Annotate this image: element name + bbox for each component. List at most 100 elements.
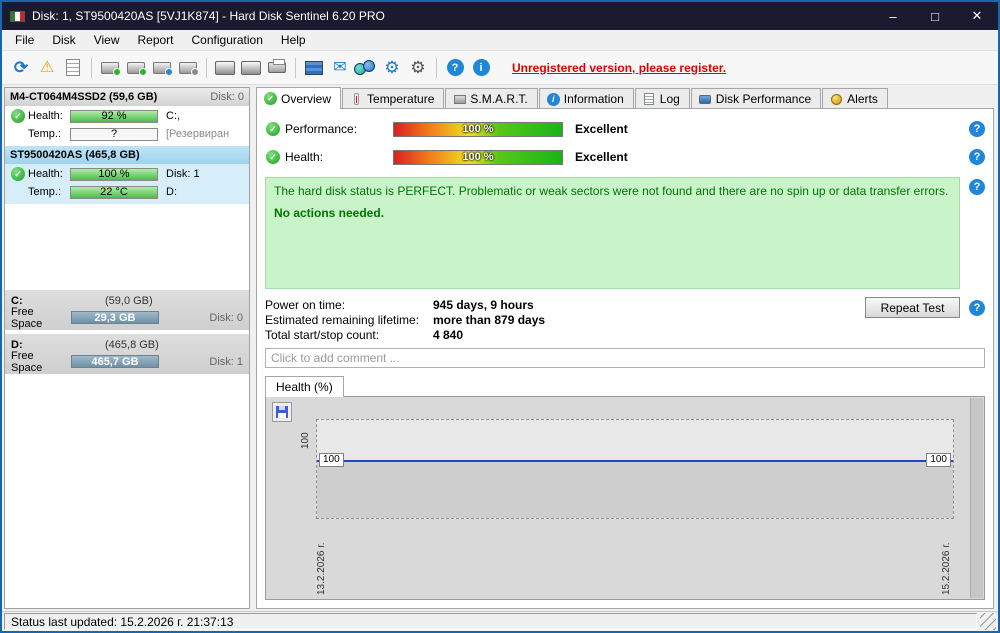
tab-label: Overview [281,91,332,106]
comment-input[interactable] [265,348,985,368]
panel-icon[interactable] [301,55,327,81]
tab-disk-performance[interactable]: Disk Performance [690,88,822,109]
disk-test-icon[interactable] [123,55,149,81]
health-label: Health: [285,150,324,164]
tab-label: Log [659,92,680,106]
partition-disk-number: Disk: 0 [209,311,243,324]
info-toolbar-icon[interactable]: i [468,55,494,81]
log-sheet-icon [644,93,655,105]
partition-size: (465,8 GB) [105,338,159,351]
unregistered-link[interactable]: Unregistered version, please register. [512,61,726,75]
tab-smart[interactable]: S.M.A.R.T. [445,88,538,109]
power-on-value: 945 days, 9 hours [433,297,534,312]
tab-temperature[interactable]: Temperature [342,88,445,109]
save-chart-button[interactable] [272,402,292,422]
menu-view[interactable]: View [85,31,129,49]
free-space-bar: 29,3 GB [71,311,159,324]
sidebar-spacer [5,204,249,290]
refresh-icon[interactable]: ⟳ [8,55,34,81]
disk-info-icon[interactable] [149,55,175,81]
performance-rating: Excellent [575,122,628,136]
app-window: Disk: 1, ST9500420AS [5VJ1K874] - Hard D… [0,0,1000,633]
lifetime-label: Estimated remaining lifetime: [265,312,420,327]
quick-analysis-icon[interactable]: ⚠ [34,55,60,81]
tab-information[interactable]: i Information [538,88,634,109]
startstop-label: Total start/stop count: [265,327,380,342]
chart-scrollbar[interactable] [970,398,983,598]
minimize-button[interactable]: – [872,2,914,30]
main-area: M4-CT064M4SSD2 (59,6 GB) Disk: 0 ✓ Healt… [2,85,998,611]
tab-label: Alerts [847,92,878,106]
report-icon[interactable] [60,55,86,81]
drive-letters: D: [166,186,177,198]
toolbar-separator [91,57,92,78]
hdd-icon[interactable] [212,55,238,81]
menu-disk[interactable]: Disk [43,31,84,49]
health-ok-icon: ✓ [266,150,280,164]
disk-name: ST9500420AS (465,8 GB) [10,149,140,161]
disk-search-icon[interactable] [175,55,201,81]
tab-label: Temperature [367,92,435,106]
menu-report[interactable]: Report [128,31,182,49]
disk-accept-icon[interactable] [97,55,123,81]
value-label-start: 100 [319,453,344,467]
toolbar: ⟳ ⚠ ✉ ⚙ ⚙ ? i Unregistered version, plea… [2,51,998,85]
repeat-test-button[interactable]: Repeat Test [865,297,960,318]
health-label: Health: [28,168,63,180]
tab-label: Information [563,92,624,106]
health-bar: 92 % [70,109,158,123]
stats-section: Power on time: 945 days, 9 hours Estimat… [265,297,985,342]
disk-entry-1[interactable]: ST9500420AS (465,8 GB) ✓ Health: 100 % D… [5,146,249,204]
temp-label: Temp.: [28,128,62,140]
lifetime-value: more than 879 days [433,312,546,327]
printer-icon[interactable] [264,55,290,81]
health-bar: 100 % [70,167,158,181]
partition-disk-number: Disk: 1 [209,355,243,368]
tab-label: S.M.A.R.T. [470,92,528,106]
disk-sidebar: M4-CT064M4SSD2 (59,6 GB) Disk: 0 ✓ Healt… [4,87,250,609]
hdd-secondary-icon[interactable] [238,55,264,81]
volume-label: [Резервиран [166,128,230,140]
gears-icon[interactable]: ⚙ [405,55,431,81]
maximize-button[interactable]: □ [914,2,956,30]
tab-log[interactable]: Log [634,88,690,109]
free-space-bar: 465,7 GB [71,355,159,368]
mail-icon[interactable]: ✉ [327,55,353,81]
menu-configuration[interactable]: Configuration [183,31,272,49]
tab-alerts[interactable]: Alerts [822,88,888,109]
disk-status-message: The hard disk status is PERFECT. Problem… [265,177,960,289]
overview-panel: ✓ Performance: 100 % Excellent ? ✓ Healt… [256,108,994,609]
title-bar: Disk: 1, ST9500420AS [5VJ1K874] - Hard D… [2,2,998,30]
y-axis-label: 100 [300,432,311,449]
resize-grip[interactable] [980,613,996,630]
network-globes-icon[interactable] [353,55,379,81]
help-toolbar-icon[interactable]: ? [442,55,468,81]
power-on-label: Power on time: [265,297,346,312]
status-last-updated: Status last updated: 15.2.2026 г. 21:37:… [4,613,977,630]
partition-entry-d[interactable]: D: (465,8 GB) Free Space 465,7 GB Disk: … [5,334,249,374]
main-tabstrip: ✓ Overview Temperature S.M.A.R.T. i Info… [256,87,994,109]
free-space-label: Free Space [11,349,43,374]
repeat-test-help-icon[interactable]: ? [969,299,985,316]
tab-overview[interactable]: ✓ Overview [256,87,342,109]
performance-icon [699,94,712,104]
settings-gear-icon[interactable]: ⚙ [379,55,405,81]
performance-help-icon[interactable]: ? [969,121,985,137]
menu-file[interactable]: File [6,31,43,49]
menu-bar: File Disk View Report Configuration Help [2,30,998,51]
health-line [317,460,953,462]
partition-entry-c[interactable]: C: (59,0 GB) Free Space 29,3 GB Disk: 0 [5,290,249,330]
status-help-icon[interactable]: ? [969,179,985,195]
chart-tab-health[interactable]: Health (%) [265,376,344,397]
close-button[interactable]: ✕ [956,2,998,30]
health-help-icon[interactable]: ? [969,149,985,165]
disk-entry-0[interactable]: M4-CT064M4SSD2 (59,6 GB) Disk: 0 ✓ Healt… [5,88,249,146]
toolbar-separator [206,57,207,78]
smart-chip-icon [453,94,466,104]
menu-help[interactable]: Help [272,31,315,49]
tab-label: Disk Performance [715,92,812,106]
info-icon: i [546,92,560,106]
health-label: Health: [28,110,63,122]
status-bar: Status last updated: 15.2.2026 г. 21:37:… [2,611,998,631]
disk-name: M4-CT064M4SSD2 (59,6 GB) [10,91,158,103]
